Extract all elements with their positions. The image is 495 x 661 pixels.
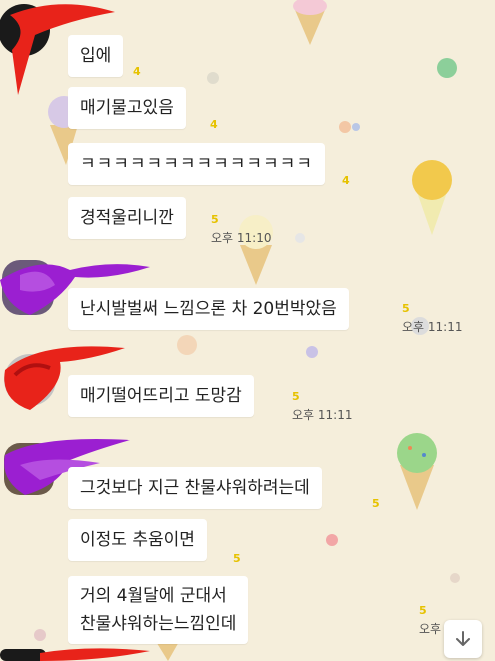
message-line: 거의 4월달에 군대서 xyxy=(80,586,227,606)
ice-cream-icon xyxy=(239,215,273,285)
unread-count: 5 xyxy=(211,213,219,226)
unread-count: 4 xyxy=(342,174,350,187)
message-bubble[interactable]: 그것보다 지근 찬물샤워하려는데 xyxy=(68,467,322,509)
message-bubble[interactable]: 이정도 추움이면 xyxy=(68,519,207,561)
unread-count: 5 xyxy=(292,390,300,403)
unread-count: 5 xyxy=(402,302,410,315)
message-bubble[interactable]: 거의 4월달에 군대서 찬물샤워하는느낌인데 xyxy=(68,576,249,644)
message-bubble[interactable]: ㅋㅋㅋㅋㅋㅋㅋㅋㅋㅋㅋㅋㅋㅋ xyxy=(68,143,325,185)
message-time: 오후 11:11 xyxy=(402,320,463,334)
unread-count: 4 xyxy=(210,118,218,131)
message-bubble[interactable]: 매기물고있음 xyxy=(68,87,186,129)
scroll-down-button[interactable] xyxy=(444,620,482,658)
message-bubble[interactable]: 경적울리니깐 xyxy=(68,197,186,239)
message-bubble[interactable]: 매기떨어뜨리고 도망감 xyxy=(68,375,254,417)
avatar[interactable] xyxy=(0,435,130,495)
ice-cream-icon xyxy=(412,160,452,235)
unread-count: 5 xyxy=(372,497,380,510)
unread-count: 5 xyxy=(419,604,427,617)
avatar[interactable] xyxy=(0,645,150,661)
avatar[interactable] xyxy=(0,0,115,95)
arrow-down-icon xyxy=(456,631,470,646)
unread-count: 4 xyxy=(133,65,141,78)
message-time: 오후 11:10 xyxy=(211,231,272,245)
redaction-scribble xyxy=(0,648,150,661)
message-bubble[interactable]: 입에 xyxy=(68,35,124,77)
unread-count: 5 xyxy=(233,552,241,565)
message-line: 찬물샤워하는느낌인데 xyxy=(80,614,237,634)
ice-cream-icon xyxy=(397,433,437,510)
message-bubble[interactable]: 난시발벌써 느낌으론 차 20번박았음 xyxy=(68,288,349,330)
ice-cream-icon xyxy=(293,0,327,45)
avatar[interactable] xyxy=(0,340,125,410)
message-time: 오후 xyxy=(419,622,442,636)
avatar[interactable] xyxy=(0,255,150,315)
message-time: 오후 11:11 xyxy=(292,408,353,422)
